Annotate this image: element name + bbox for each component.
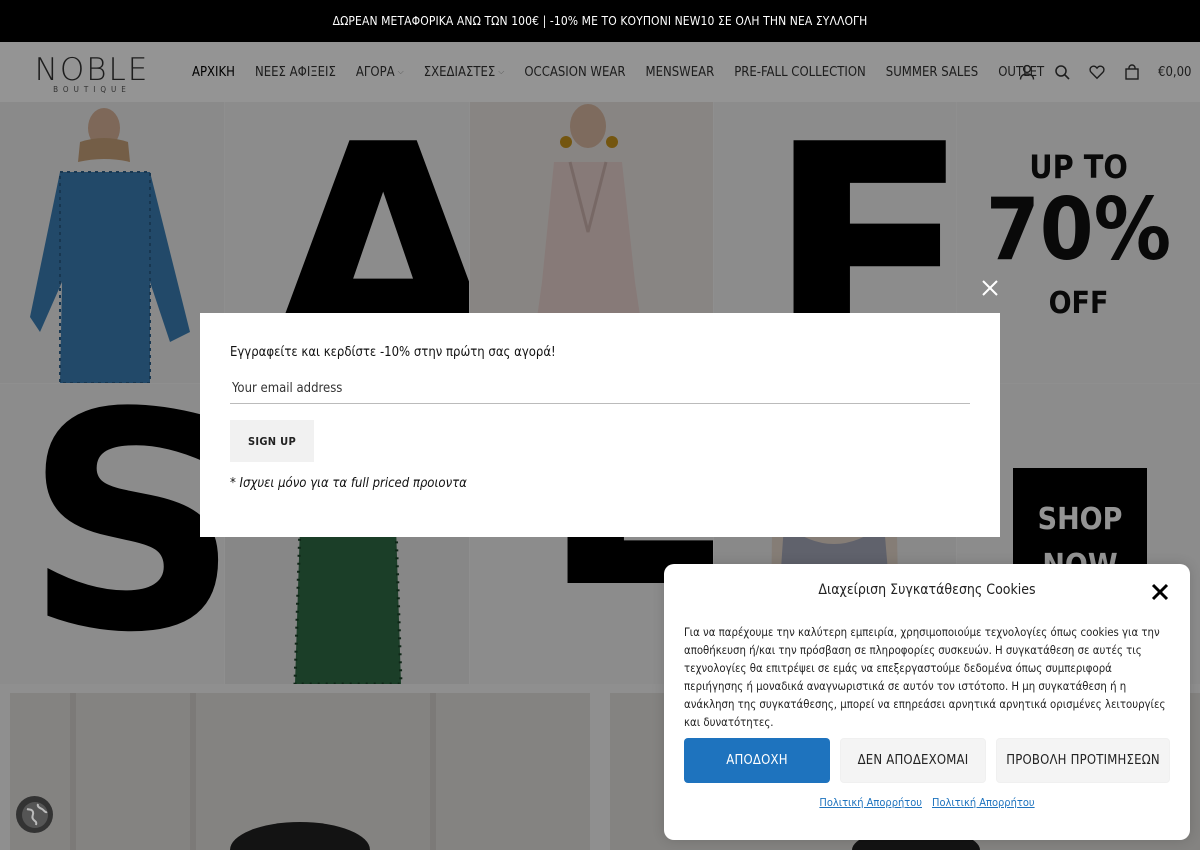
newsletter-email-input[interactable]: Your email address: [230, 374, 970, 404]
cookie-consent-panel: Διαχείριση Συγκατάθεσης Cookies Για να π…: [664, 564, 1190, 840]
newsletter-popup: Εγγραφείτε και κερδίστε -10% στην πρώτη …: [200, 313, 1000, 537]
cookie-preferences-button[interactable]: ΠΡΟΒΟΛΗ ΠΡΟΤΙΜΗΣΕΩΝ: [996, 738, 1170, 783]
cookie-accept-button[interactable]: ΑΠΟΔΟΧΗ: [684, 738, 830, 783]
cookie-close-icon[interactable]: [1150, 582, 1170, 602]
privacy-policy-link[interactable]: Πολιτική Απορρήτου: [819, 796, 922, 809]
privacy-policy-link-2[interactable]: Πολιτική Απορρήτου: [932, 796, 1035, 809]
cookie-text: Για να παρέχουμε την καλύτερη εμπειρία, …: [684, 626, 1166, 729]
announcement-text: ΔΩΡΕΑΝ ΜΕΤΑΦΟΡΙΚΑ ΑΝΩ ΤΩΝ 100€ | -10% ΜΕ…: [332, 14, 868, 28]
cookie-buttons: ΑΠΟΔΟΧΗ ΔΕΝ ΑΠΟΔΕΧΟΜΑΙ ΠΡΟΒΟΛΗ ΠΡΟΤΙΜΗΣΕ…: [684, 738, 1170, 783]
newsletter-note: * Ισχυει μόνο για τα full priced προιοντ…: [230, 476, 467, 491]
cookie-links: Πολιτική Απορρήτου Πολιτική Απορρήτου: [664, 796, 1190, 809]
globe-icon[interactable]: [16, 796, 53, 833]
newsletter-close-icon[interactable]: [978, 276, 1002, 300]
cookie-deny-button[interactable]: ΔΕΝ ΑΠΟΔΕΧΟΜΑΙ: [840, 738, 986, 783]
signup-button[interactable]: SIGN UP: [230, 420, 314, 462]
announcement-bar: ΔΩΡΕΑΝ ΜΕΤΑΦΟΡΙΚΑ ΑΝΩ ΤΩΝ 100€ | -10% ΜΕ…: [0, 0, 1200, 42]
newsletter-title: Εγγραφείτε και κερδίστε -10% στην πρώτη …: [230, 345, 556, 360]
cookie-title: Διαχείριση Συγκατάθεσης Cookies: [818, 582, 1036, 598]
